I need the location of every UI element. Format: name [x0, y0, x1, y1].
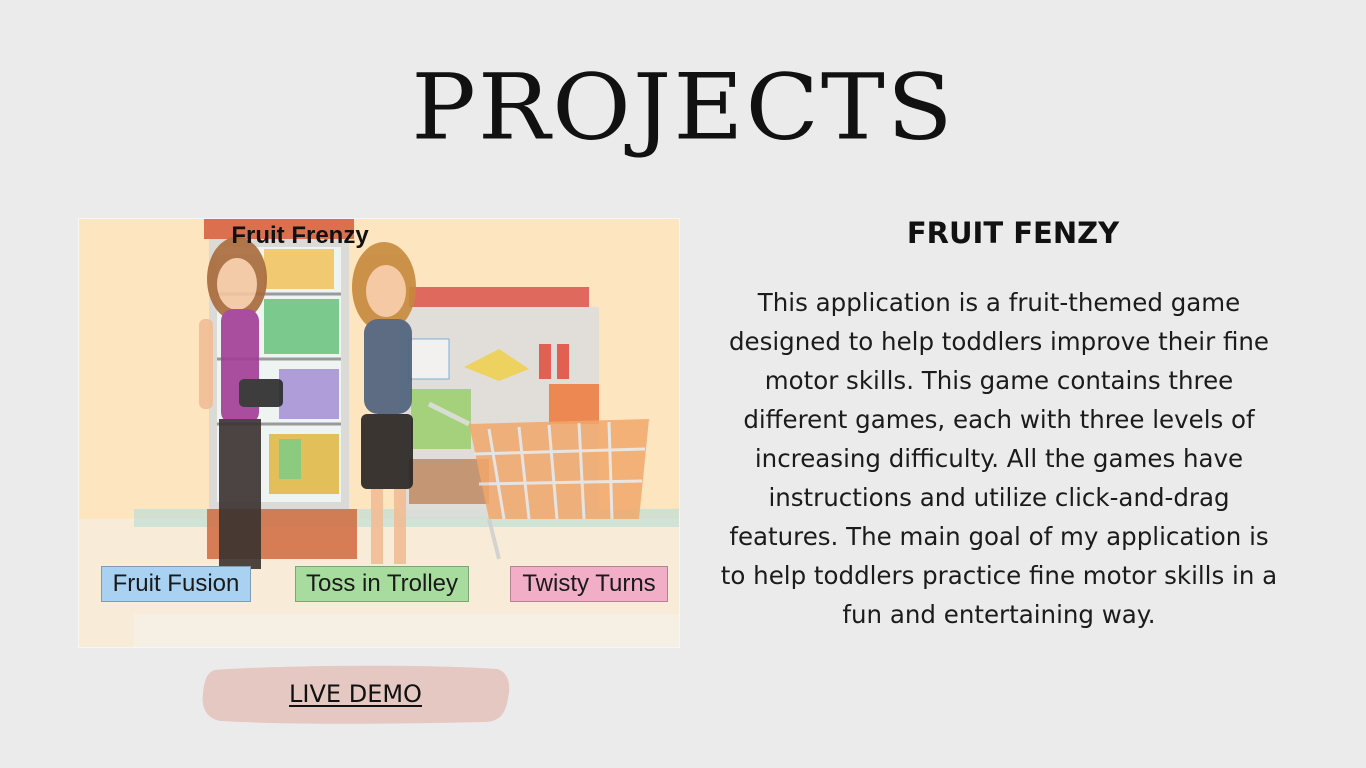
fruit-fusion-button: Fruit Fusion [101, 566, 251, 602]
game-title: Fruit Frenzy [231, 222, 369, 249]
project-description: This application is a fruit-themed game … [720, 288, 1278, 629]
toss-in-trolley-button: Toss in Trolley [295, 566, 469, 602]
page-title: PROJECTS [411, 53, 955, 161]
twisty-turns-button: Twisty Turns [510, 566, 668, 602]
live-demo-button[interactable]: LIVE DEMO [201, 664, 510, 724]
project-heading: FRUIT FENZY [906, 216, 1120, 250]
live-demo-link[interactable]: LIVE DEMO [201, 664, 510, 724]
